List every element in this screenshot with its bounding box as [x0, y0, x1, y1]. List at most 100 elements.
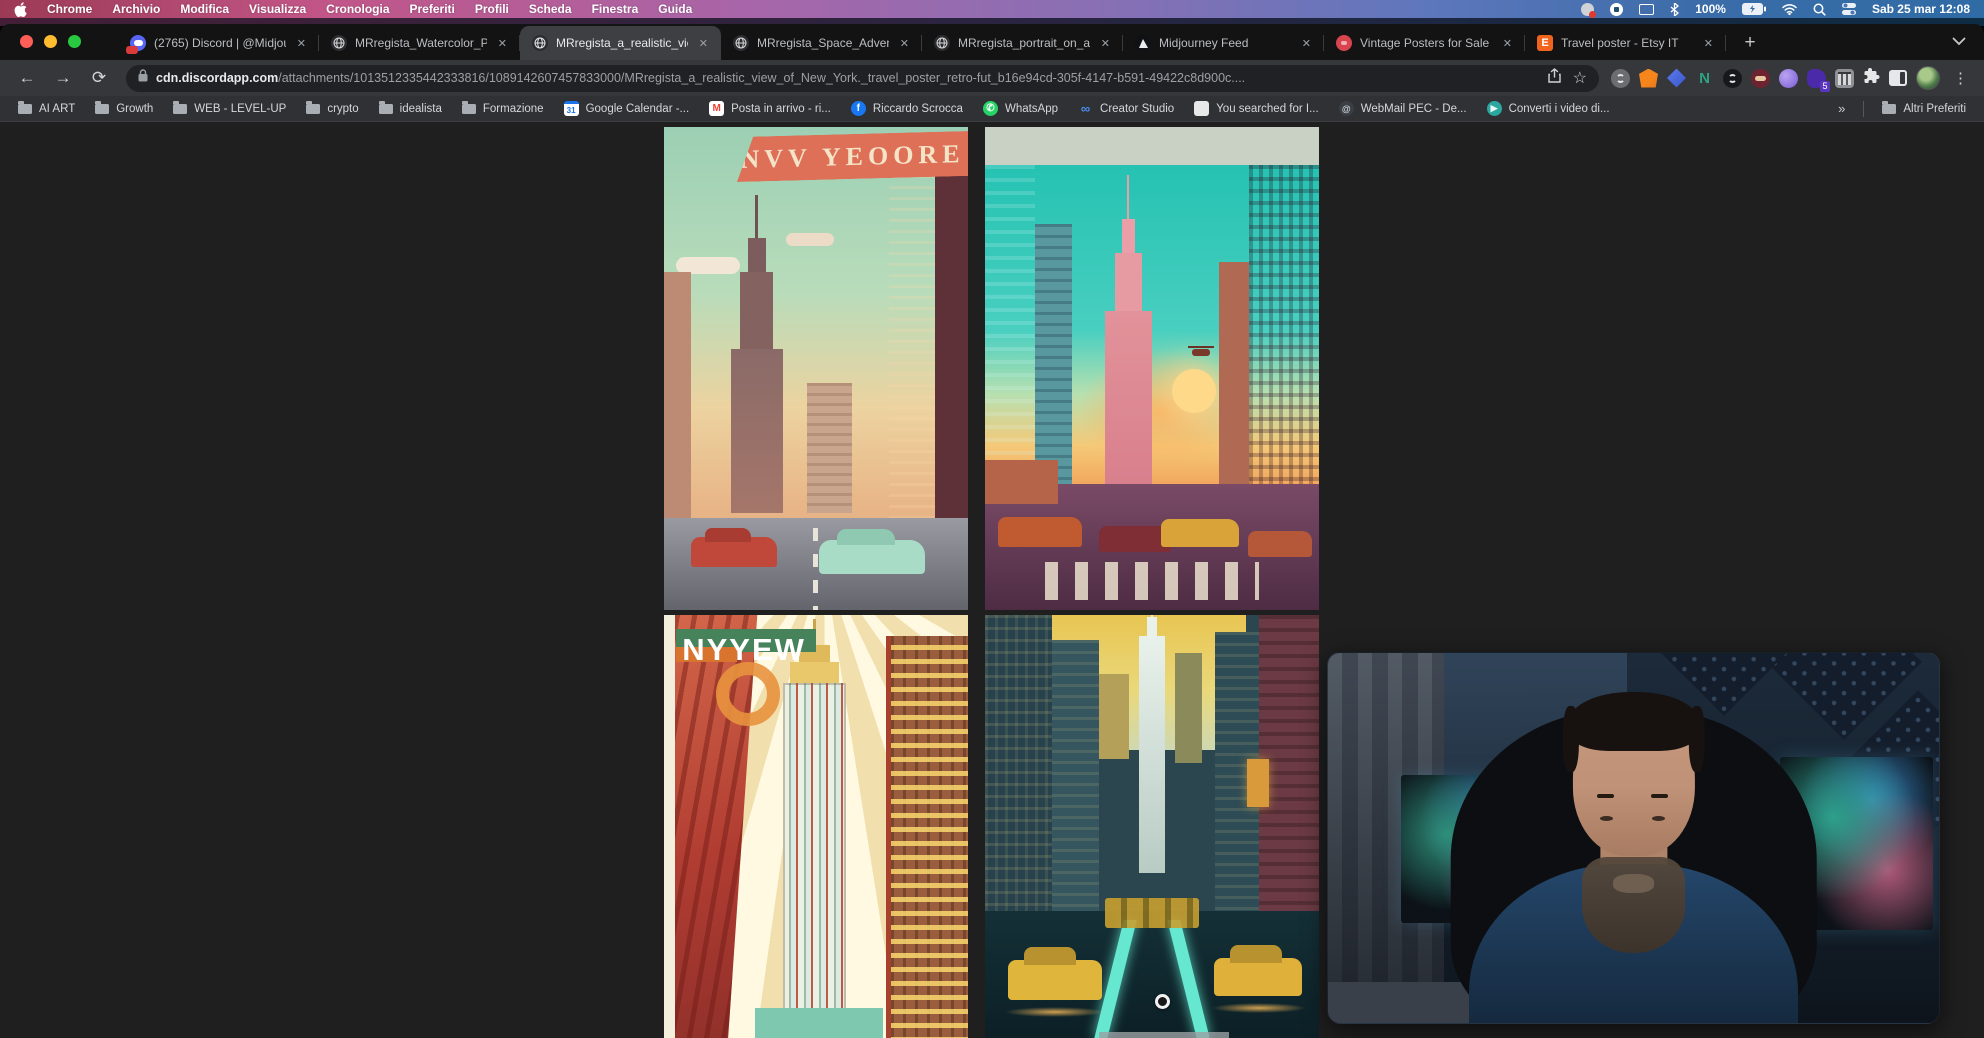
extension-icon[interactable]: [1723, 69, 1742, 88]
extension-icon[interactable]: N: [1695, 69, 1714, 88]
globe-favicon-icon: [331, 35, 347, 51]
tab-close-icon[interactable]: ✕: [897, 36, 912, 51]
folder-icon: [379, 104, 393, 114]
display-mirroring-icon[interactable]: [1639, 4, 1654, 15]
tab-watercolor[interactable]: MRregista_Watercolor_Pa ✕: [319, 26, 520, 60]
bookmark-converti-video[interactable]: ▶Converti i video di...: [1479, 98, 1618, 119]
bookmark-google-calendar[interactable]: 31Google Calendar -...: [556, 98, 698, 119]
discord-favicon-icon: [130, 35, 146, 51]
extension-icon[interactable]: [1835, 69, 1854, 88]
bluetooth-icon[interactable]: [1670, 3, 1679, 16]
midjourney-image-grid: NVV YEOORE: [664, 127, 1319, 1038]
share-icon[interactable]: [1548, 68, 1561, 88]
extension-badge: 5: [1820, 81, 1830, 92]
wifi-icon[interactable]: [1782, 4, 1797, 15]
mouse-cursor: [1155, 994, 1170, 1009]
tab-realistic-view-active[interactable]: MRregista_a_realistic_vie ✕: [520, 26, 721, 60]
battery-icon: [1742, 3, 1766, 15]
extension-icon[interactable]: [1779, 69, 1798, 88]
tab-close-icon[interactable]: ✕: [495, 36, 510, 51]
empire-state-building: [1105, 311, 1152, 495]
screen-record-icon[interactable]: [1581, 3, 1594, 16]
tab-discord[interactable]: (2765) Discord | @Midjou ✕: [118, 26, 319, 60]
tab-midjourney-feed[interactable]: Midjourney Feed ✕: [1123, 26, 1324, 60]
bookmark-star-icon[interactable]: ☆: [1573, 68, 1587, 88]
calendar-icon: 31: [564, 101, 579, 116]
menu-item-modifica[interactable]: Modifica: [180, 2, 229, 16]
bookmark-folder-ai-art[interactable]: AI ART: [10, 100, 83, 118]
url-path: /attachments/1013512335442333816/1089142…: [278, 71, 1245, 85]
new-tab-button[interactable]: +: [1736, 29, 1764, 57]
close-window-button[interactable]: [20, 35, 33, 48]
folder-icon: [18, 104, 32, 114]
reload-button[interactable]: ⟳: [84, 64, 114, 92]
browser-toolbar: ← → ⟳ cdn.discordapp.com/attachments/101…: [0, 60, 1984, 96]
bookmark-creator-studio[interactable]: ∞Creator Studio: [1070, 98, 1182, 119]
empire-state-building: [731, 349, 783, 513]
tab-etsy[interactable]: E Travel poster - Etsy IT ✕: [1525, 26, 1726, 60]
bookmark-whatsapp[interactable]: ✆WhatsApp: [975, 98, 1066, 119]
menu-item-visualizza[interactable]: Visualizza: [249, 2, 306, 16]
chrome-menu-icon[interactable]: ⋮: [1949, 69, 1972, 87]
poster-top-left: NVV YEOORE: [664, 127, 968, 610]
side-panel-icon[interactable]: [1889, 70, 1907, 86]
discord-badge: [126, 46, 138, 54]
extension-icon[interactable]: [1667, 69, 1686, 88]
tab-close-icon[interactable]: ✕: [1701, 36, 1716, 51]
extension-icon[interactable]: [1611, 69, 1630, 88]
tab-close-icon[interactable]: ✕: [696, 36, 711, 51]
folder-icon: [1882, 104, 1896, 114]
tab-close-icon[interactable]: ✕: [294, 36, 309, 51]
other-bookmarks-folder[interactable]: Altri Preferiti: [1874, 100, 1974, 118]
folder-icon: [95, 104, 109, 114]
menu-item-preferiti[interactable]: Preferiti: [410, 2, 455, 16]
menu-item-finestra[interactable]: Finestra: [592, 2, 639, 16]
lock-icon[interactable]: [138, 69, 148, 87]
profile-avatar[interactable]: [1916, 66, 1940, 90]
bookmark-gmail[interactable]: MPosta in arrivo - ri...: [701, 98, 839, 119]
yellow-taxi: [1008, 960, 1102, 1000]
tab-vintage-posters[interactable]: Vintage Posters for Sale | ✕: [1324, 26, 1525, 60]
bookmark-you-searched[interactable]: You searched for I...: [1186, 98, 1327, 119]
bookmark-facebook[interactable]: fRiccardo Scrocca: [843, 98, 971, 119]
menu-item-archivio[interactable]: Archivio: [112, 2, 160, 16]
apple-menu-icon[interactable]: [14, 2, 27, 17]
menubar-clock[interactable]: Sab 25 mar 12:08: [1872, 2, 1970, 16]
tab-close-icon[interactable]: ✕: [1299, 36, 1314, 51]
address-bar[interactable]: cdn.discordapp.com/attachments/101351233…: [126, 65, 1599, 92]
globe-favicon-icon: [733, 35, 749, 51]
minimize-window-button[interactable]: [44, 35, 57, 48]
menu-item-chrome[interactable]: Chrome: [47, 2, 92, 16]
url-text[interactable]: cdn.discordapp.com/attachments/101351233…: [156, 71, 1540, 85]
zoom-window-button[interactable]: [68, 35, 81, 48]
sun-ornament: [716, 662, 780, 726]
menu-item-profili[interactable]: Profili: [475, 2, 509, 16]
menu-item-cronologia[interactable]: Cronologia: [326, 2, 389, 16]
extension-icon[interactable]: 5: [1807, 69, 1826, 88]
back-button[interactable]: ←: [12, 64, 42, 92]
bookmark-webmail-pec[interactable]: @WebMail PEC - De...: [1331, 98, 1475, 119]
extensions-puzzle-icon[interactable]: [1863, 67, 1880, 89]
menu-item-guida[interactable]: Guida: [658, 2, 692, 16]
bookmark-folder-crypto[interactable]: crypto: [298, 100, 366, 118]
url-domain: cdn.discordapp.com: [156, 71, 278, 85]
extension-metamask-icon[interactable]: [1639, 69, 1658, 88]
tab-close-icon[interactable]: ✕: [1500, 36, 1515, 51]
empire-state-building: [783, 683, 847, 1038]
control-center-icon[interactable]: [1842, 3, 1856, 15]
tab-portrait[interactable]: MRregista_portrait_on_a_ ✕: [922, 26, 1123, 60]
bookmark-folder-formazione[interactable]: Formazione: [454, 100, 552, 118]
bookmarks-overflow-chevron[interactable]: »: [1830, 101, 1853, 116]
extension-password-icon[interactable]: [1751, 69, 1770, 88]
tab-search-chevron-icon[interactable]: [1952, 33, 1966, 51]
bookmark-folder-growth[interactable]: Growth: [87, 100, 161, 118]
bookmark-folder-web-level-up[interactable]: WEB - LEVEL-UP: [165, 100, 294, 118]
tab-space-adventure[interactable]: MRregista_Space_Advent ✕: [721, 26, 922, 60]
stop-status-icon[interactable]: [1610, 3, 1623, 16]
forward-button[interactable]: →: [48, 64, 78, 92]
menu-item-scheda[interactable]: Scheda: [529, 2, 572, 16]
bookmark-folder-idealista[interactable]: idealista: [371, 100, 450, 118]
tab-close-icon[interactable]: ✕: [1098, 36, 1113, 51]
spotlight-search-icon[interactable]: [1813, 3, 1826, 16]
chrome-window: (2765) Discord | @Midjou ✕ MRregista_Wat…: [0, 24, 1984, 1038]
